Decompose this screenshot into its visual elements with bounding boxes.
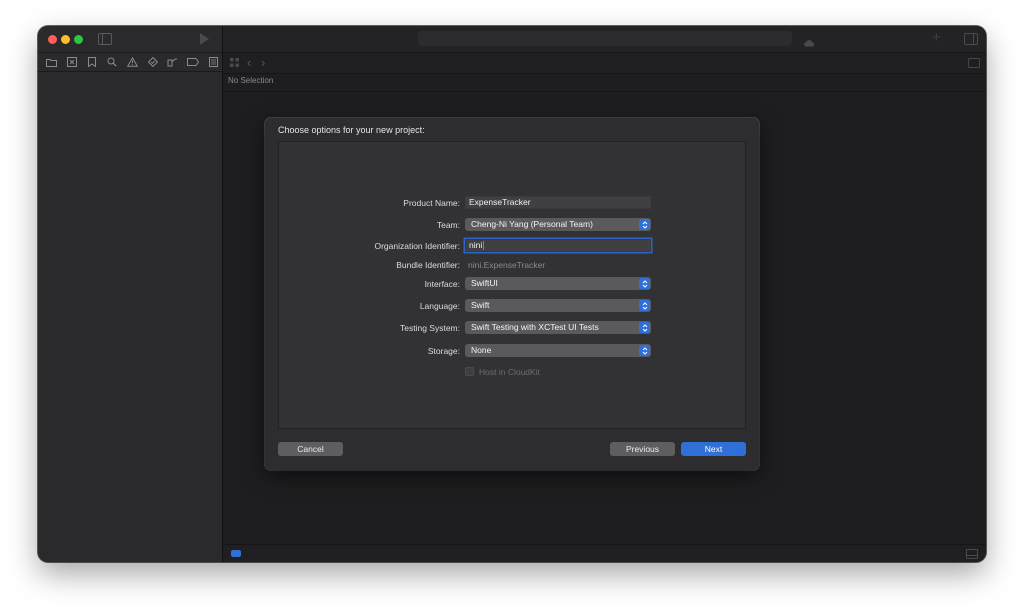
organization-identifier-value: nini (469, 240, 483, 250)
chevron-up-down-icon (639, 278, 650, 289)
text-cursor (483, 241, 485, 251)
interface-row: Interface: SwiftUI (265, 277, 759, 291)
testing-system-row: Testing System: Swift Testing with XCTes… (265, 321, 759, 335)
storage-label: Storage: (427, 346, 460, 356)
toolbar-main: + (223, 26, 986, 52)
storage-row: Storage: None (265, 344, 759, 358)
chevron-up-down-icon (639, 345, 650, 356)
language-popup[interactable]: Swift (465, 299, 651, 312)
storage-value: None (471, 345, 492, 355)
language-row: Language: Swift (265, 299, 759, 313)
debug-icon[interactable] (164, 54, 181, 70)
navigator-sidebar (38, 26, 223, 562)
no-selection-label: No Selection (228, 76, 274, 85)
related-items-icon[interactable] (230, 58, 239, 67)
team-label: Team: (436, 220, 460, 230)
organization-identifier-label: Organization Identifier: (374, 241, 460, 251)
folder-icon[interactable] (43, 54, 60, 70)
console-toggle-icon[interactable] (966, 549, 978, 559)
language-value: Swift (471, 300, 490, 310)
language-label: Language: (419, 301, 460, 311)
sidebar-toggle-icon[interactable] (98, 33, 112, 45)
bookmark-icon[interactable] (83, 54, 100, 70)
testing-system-label: Testing System: (400, 323, 460, 333)
minimize-window-button[interactable] (61, 35, 70, 44)
chevron-up-down-icon (639, 322, 650, 333)
source-control-icon[interactable] (63, 54, 80, 70)
product-name-field[interactable]: ExpenseTracker (465, 196, 651, 209)
product-name-label: Product Name: (403, 198, 460, 208)
bundle-identifier-row: Bundle Identifier: nini.ExpenseTracker (265, 258, 759, 272)
split-editor-icon[interactable] (968, 58, 980, 68)
host-in-cloudkit-checkbox[interactable] (465, 367, 474, 376)
product-name-row: Product Name: ExpenseTracker (265, 196, 759, 210)
cloud-icon (803, 34, 815, 47)
previous-button[interactable]: Previous (610, 442, 675, 456)
chevron-up-down-icon (639, 300, 650, 311)
search-icon[interactable] (104, 54, 121, 70)
inspector-toggle-icon[interactable] (964, 33, 978, 45)
breakpoint-icon[interactable] (185, 54, 202, 70)
toolbar-left (38, 26, 222, 52)
interface-popup[interactable]: SwiftUI (465, 277, 651, 290)
cancel-button[interactable]: Cancel (278, 442, 343, 456)
report-icon[interactable] (205, 54, 222, 70)
sheet-title: Choose options for your new project: (278, 125, 425, 135)
interface-value: SwiftUI (471, 278, 498, 288)
host-in-cloudkit-row: Host in CloudKit (265, 365, 759, 379)
run-icon[interactable] (200, 33, 209, 45)
forward-chevron-icon[interactable]: › (261, 55, 265, 70)
next-button[interactable]: Next (681, 442, 746, 456)
host-in-cloudkit-label: Host in CloudKit (479, 367, 540, 377)
bundle-identifier-value: nini.ExpenseTracker (468, 260, 546, 270)
new-project-options-sheet: Choose options for your new project: Pro… (265, 118, 759, 470)
back-chevron-icon[interactable]: ‹ (247, 55, 251, 70)
jump-bar: No Selection (223, 73, 986, 92)
testing-system-value: Swift Testing with XCTest UI Tests (471, 322, 599, 332)
activity-view[interactable] (418, 31, 792, 46)
interface-label: Interface: (424, 279, 460, 289)
test-icon[interactable] (144, 54, 161, 70)
editor-tab-bar: ‹ › (223, 52, 986, 74)
testing-system-popup[interactable]: Swift Testing with XCTest UI Tests (465, 321, 651, 334)
close-window-button[interactable] (48, 35, 57, 44)
organization-identifier-row: Organization Identifier: nini (265, 239, 759, 253)
add-library-icon[interactable]: + (932, 30, 941, 46)
chevron-up-down-icon (639, 219, 650, 230)
navigator-tab-bar (38, 52, 222, 72)
organization-identifier-field[interactable]: nini (465, 239, 651, 252)
team-value: Cheng-Ni Yang (Personal Team) (471, 219, 593, 229)
debug-bar (223, 544, 986, 562)
team-row: Team: Cheng-Ni Yang (Personal Team) (265, 218, 759, 232)
team-popup[interactable]: Cheng-Ni Yang (Personal Team) (465, 218, 651, 231)
storage-popup[interactable]: None (465, 344, 651, 357)
zoom-window-button[interactable] (74, 35, 83, 44)
bundle-identifier-label: Bundle Identifier: (396, 260, 460, 270)
debug-area-indicator[interactable] (231, 550, 241, 557)
warning-icon[interactable] (124, 54, 141, 70)
